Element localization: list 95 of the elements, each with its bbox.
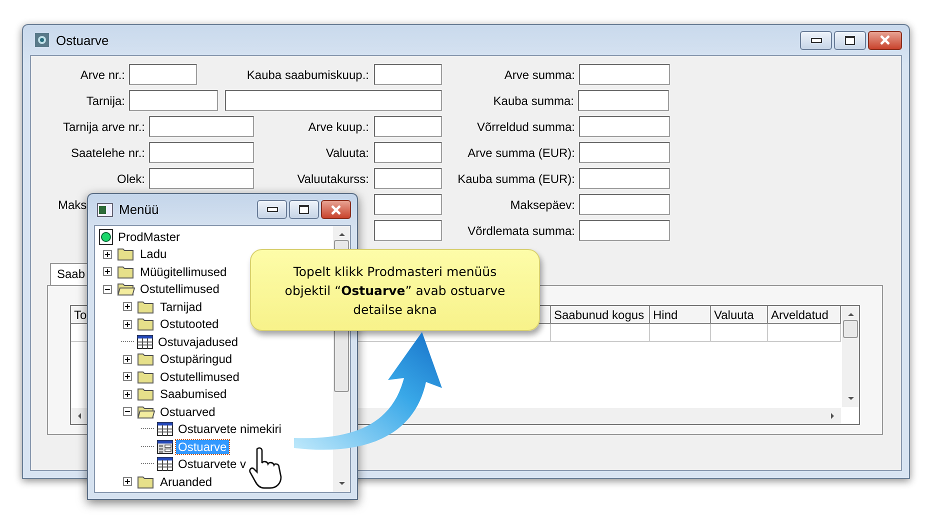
close-icon xyxy=(879,35,891,45)
app-icon xyxy=(97,202,113,216)
tree-item[interactable]: Ostuarvete v xyxy=(176,457,248,472)
expander-icon[interactable] xyxy=(101,284,114,294)
field-label: Kauba summa (EUR): xyxy=(456,172,575,186)
input-field[interactable] xyxy=(225,90,442,111)
field-label: Arve kuup.: xyxy=(308,120,369,134)
status-icon xyxy=(99,228,113,245)
window-title: Menüü xyxy=(119,202,159,217)
expander-icon[interactable] xyxy=(121,354,134,364)
input-field[interactable] xyxy=(579,220,670,241)
folder-icon xyxy=(117,264,135,279)
input-field[interactable] xyxy=(579,64,670,85)
input-field[interactable] xyxy=(578,90,669,111)
tree-item[interactable]: Saabumised xyxy=(158,387,229,402)
field-label: Valuutakurss: xyxy=(297,172,369,186)
expander-icon[interactable] xyxy=(121,390,134,399)
folder-icon xyxy=(137,474,155,489)
expander-icon[interactable] xyxy=(101,250,114,259)
tree-item[interactable]: Ostupäringud xyxy=(158,352,234,366)
tree-item[interactable]: Tarnijad xyxy=(158,300,204,314)
input-field[interactable] xyxy=(579,194,670,215)
expander-icon[interactable] xyxy=(121,407,134,416)
expander-icon[interactable] xyxy=(121,302,134,312)
tree-item[interactable]: ProdMaster xyxy=(116,230,182,244)
input-field[interactable] xyxy=(579,116,670,137)
close-button[interactable] xyxy=(868,30,902,50)
maximize-button[interactable] xyxy=(834,30,866,50)
input-field[interactable] xyxy=(374,220,442,241)
field-label: Kauba saabumiskuup.: xyxy=(246,68,369,82)
input-field[interactable] xyxy=(149,168,254,189)
callout-text: Topelt klikk Prodmasteri menüüs objektil “Ostuarve” avab ostuarve detailse akna xyxy=(284,262,506,318)
field-label: Arve summa (EUR): xyxy=(466,146,575,160)
column-header[interactable]: Arveldatud xyxy=(768,306,841,324)
field-label: Kauba summa: xyxy=(492,94,574,108)
field-label: Saatelehe nr.: xyxy=(70,146,145,160)
close-icon xyxy=(330,204,342,214)
tree-item[interactable]: Ostutellimused xyxy=(138,282,222,296)
input-field[interactable] xyxy=(149,142,254,163)
field-label: Valuuta: xyxy=(326,146,369,160)
field-label: Tarnija: xyxy=(85,94,125,108)
open-folder-icon xyxy=(137,404,155,419)
input-field[interactable] xyxy=(374,168,442,189)
input-field[interactable] xyxy=(374,194,442,215)
folder-icon xyxy=(117,247,135,262)
field-label: Olek: xyxy=(116,172,145,186)
tree-item[interactable]: Ladu xyxy=(138,247,169,262)
input-field[interactable] xyxy=(374,64,442,85)
tree-item[interactable]: Ostuarved xyxy=(158,404,218,419)
field-label: Maksepäev: xyxy=(509,198,575,212)
folder-icon xyxy=(137,317,155,332)
field-label: Võrreldud summa: xyxy=(476,120,575,134)
tree-item[interactable]: Ostutellimused xyxy=(158,370,242,384)
expander-icon[interactable] xyxy=(121,477,134,486)
vertical-scrollbar[interactable] xyxy=(842,306,859,407)
input-field[interactable] xyxy=(579,142,670,163)
table-icon xyxy=(157,457,173,472)
tree-item[interactable]: Ostuarvete nimekiri xyxy=(176,422,284,436)
column-header[interactable]: Saabunud kogus xyxy=(551,306,650,324)
column-header[interactable]: Valuuta xyxy=(711,306,768,324)
field-label: Arve summa: xyxy=(503,68,575,82)
table-icon xyxy=(157,422,173,436)
expander-icon[interactable] xyxy=(121,372,134,382)
field-label: Võrdlemata summa: xyxy=(466,224,575,238)
input-field[interactable] xyxy=(129,64,197,85)
expander-icon[interactable] xyxy=(101,267,114,276)
folder-icon xyxy=(137,387,155,402)
folder-icon xyxy=(137,370,155,384)
close-button[interactable] xyxy=(321,200,351,219)
tree-item[interactable]: Aruanded xyxy=(158,474,214,489)
table-cell xyxy=(650,324,711,342)
tree-item[interactable]: Ostuvajadused xyxy=(156,334,240,349)
field-label: Maks xyxy=(57,198,87,212)
input-field[interactable] xyxy=(374,116,442,137)
table-icon xyxy=(137,334,153,349)
tree-item[interactable]: Ostutooted xyxy=(158,317,221,332)
folder-icon xyxy=(137,300,155,314)
field-label: Arve nr.: xyxy=(79,68,125,82)
input-field[interactable] xyxy=(149,116,254,137)
input-field[interactable] xyxy=(374,142,442,163)
field-label: Tarnija arve nr.: xyxy=(62,120,145,134)
app-icon xyxy=(34,32,50,48)
tree-item[interactable]: Müügitellimused xyxy=(138,264,229,279)
minimize-button[interactable] xyxy=(800,30,832,50)
column-header[interactable]: Hind xyxy=(650,306,711,324)
open-folder-icon xyxy=(117,282,135,296)
input-field[interactable] xyxy=(129,90,218,111)
folder-icon xyxy=(137,352,155,366)
input-field[interactable] xyxy=(579,168,670,189)
expander-icon[interactable] xyxy=(121,320,134,329)
maximize-button[interactable] xyxy=(289,200,319,219)
window-title: Ostuarve xyxy=(56,32,109,48)
form-icon xyxy=(157,440,173,454)
minimize-button[interactable] xyxy=(257,200,287,219)
table-cell xyxy=(711,324,768,342)
